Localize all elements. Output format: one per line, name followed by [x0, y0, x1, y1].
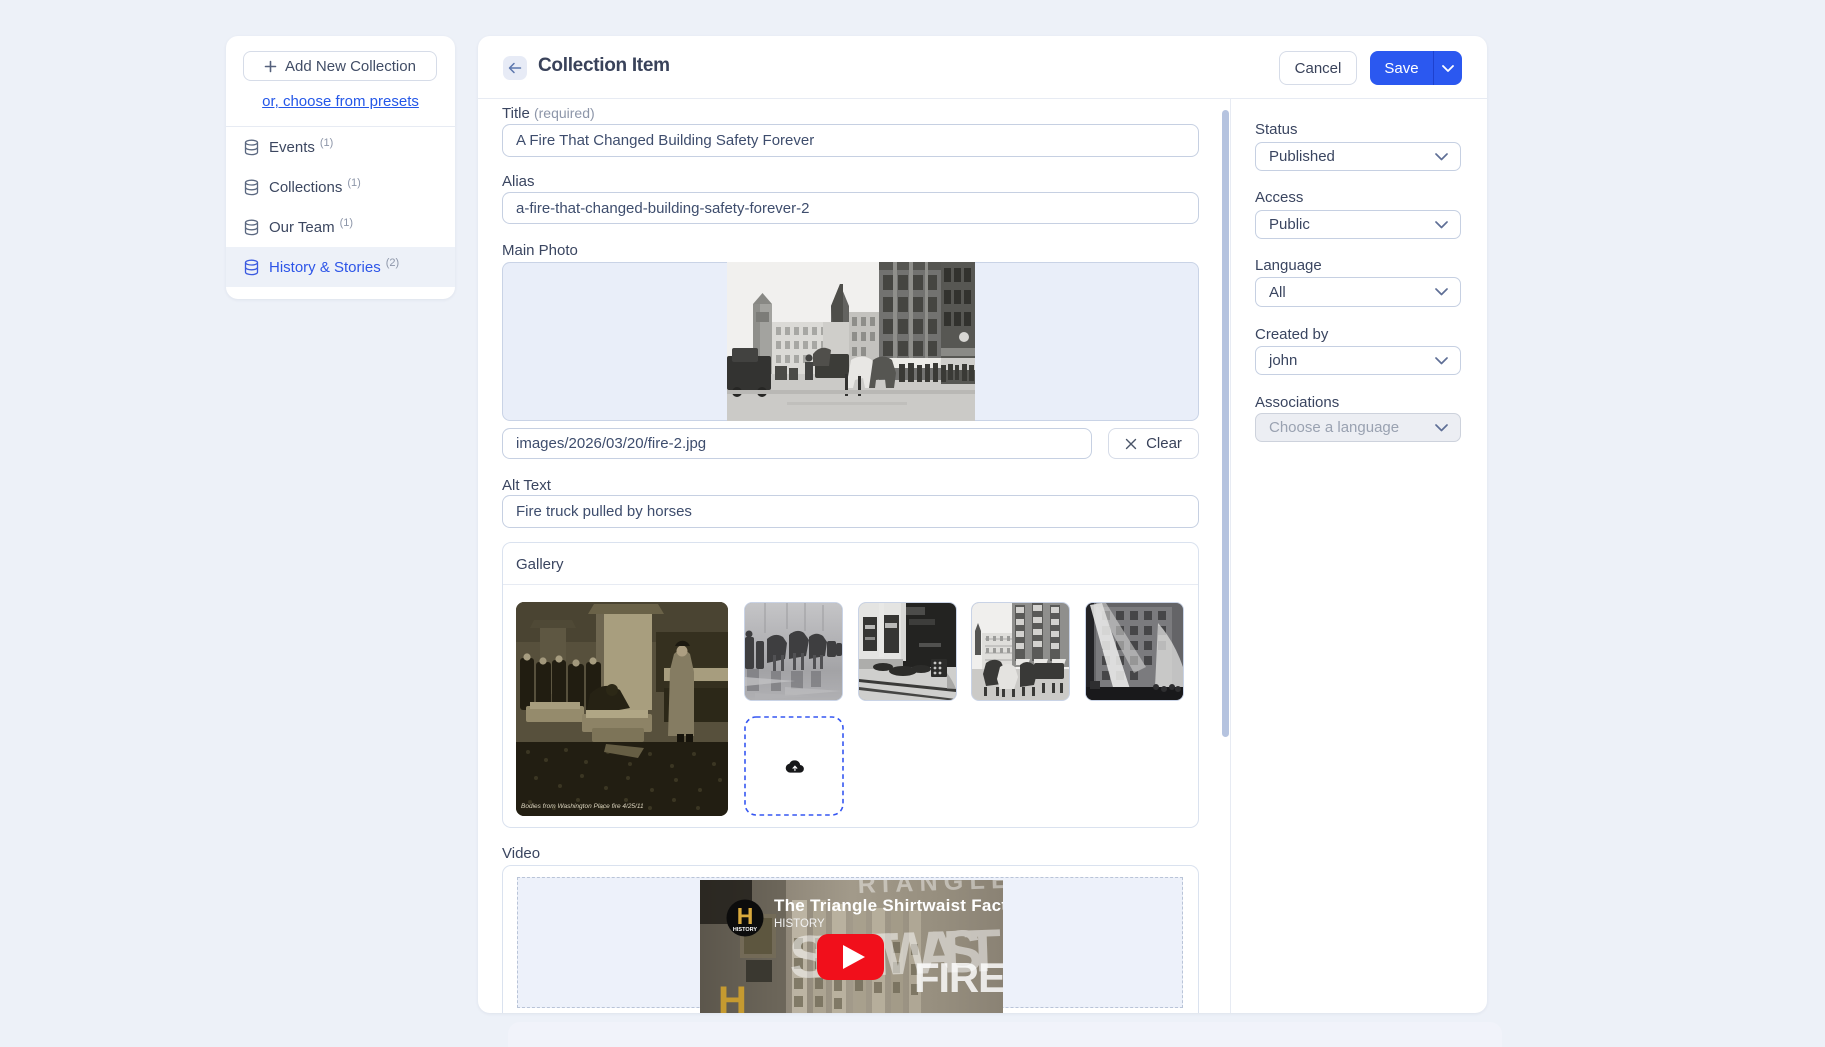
svg-text:HISTORY: HISTORY	[774, 918, 825, 930]
svg-text:FIRE: FIRE	[914, 954, 1003, 1001]
svg-text:HISTORY: HISTORY	[733, 927, 757, 933]
svg-text:H: H	[718, 979, 747, 1013]
svg-text:Bodies from Washington Plac: Bodies from Washington Place fire 4/25/1…	[521, 803, 644, 810]
svg-text:H: H	[737, 903, 754, 929]
svg-text:The Triangle Shirtwaist Fact: The Triangle Shirtwaist Fact	[774, 896, 1003, 915]
